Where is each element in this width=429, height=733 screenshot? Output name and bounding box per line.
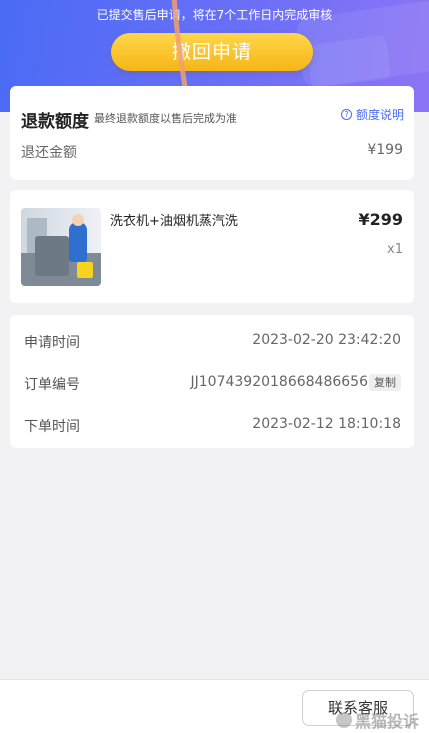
copy-button[interactable]: 复制	[369, 374, 401, 391]
product-card[interactable]: 洗衣机+油烟机蒸汽洗 ¥299 x1	[10, 190, 414, 303]
order-number-value: JJ1074392018668486656	[190, 374, 369, 390]
withdraw-application-button[interactable]: 撤回申请	[111, 33, 313, 71]
watermark: 黑猫投诉	[336, 708, 419, 732]
refund-help-label: 额度说明	[355, 108, 404, 122]
apply-time-label: 申请时间	[24, 335, 80, 351]
refund-subtitle: 最终退款额度以售后完成为准	[94, 112, 237, 125]
order-number-row: 订单编号 JJ1074392018668486656 复制	[10, 374, 414, 394]
order-time-value: 2023-02-12 18:10:18	[252, 416, 401, 432]
product-thumbnail	[21, 208, 101, 286]
apply-time-row: 申请时间 2023-02-20 23:42:20	[10, 332, 414, 352]
refund-amount-value: ¥199	[367, 142, 403, 158]
status-notice: 已提交售后申请，将在7个工作日内完成审核	[96, 8, 333, 22]
refund-amount-label: 退还金额	[21, 145, 77, 161]
watermark-text: 黑猫投诉	[355, 712, 420, 731]
apply-time-value: 2023-02-20 23:42:20	[252, 332, 401, 348]
order-info-card: 申请时间 2023-02-20 23:42:20 订单编号 JJ10743920…	[10, 315, 414, 448]
banner-decoration	[306, 34, 392, 90]
question-icon: ?	[340, 109, 352, 120]
order-time-row: 下单时间 2023-02-12 18:10:18	[10, 416, 414, 436]
cat-logo-icon	[336, 712, 352, 728]
refund-title: 退款额度	[21, 112, 89, 132]
product-price: ¥299	[358, 210, 403, 229]
product-quantity: x1	[387, 242, 403, 257]
refund-card: 退款额度 最终退款额度以售后完成为准 ? 额度说明 退还金额 ¥199	[10, 86, 414, 180]
order-number-label: 订单编号	[24, 377, 80, 393]
order-time-label: 下单时间	[24, 419, 80, 435]
refund-help-link[interactable]: ? 额度说明	[340, 106, 404, 123]
product-name: 洗衣机+油烟机蒸汽洗	[110, 214, 238, 229]
